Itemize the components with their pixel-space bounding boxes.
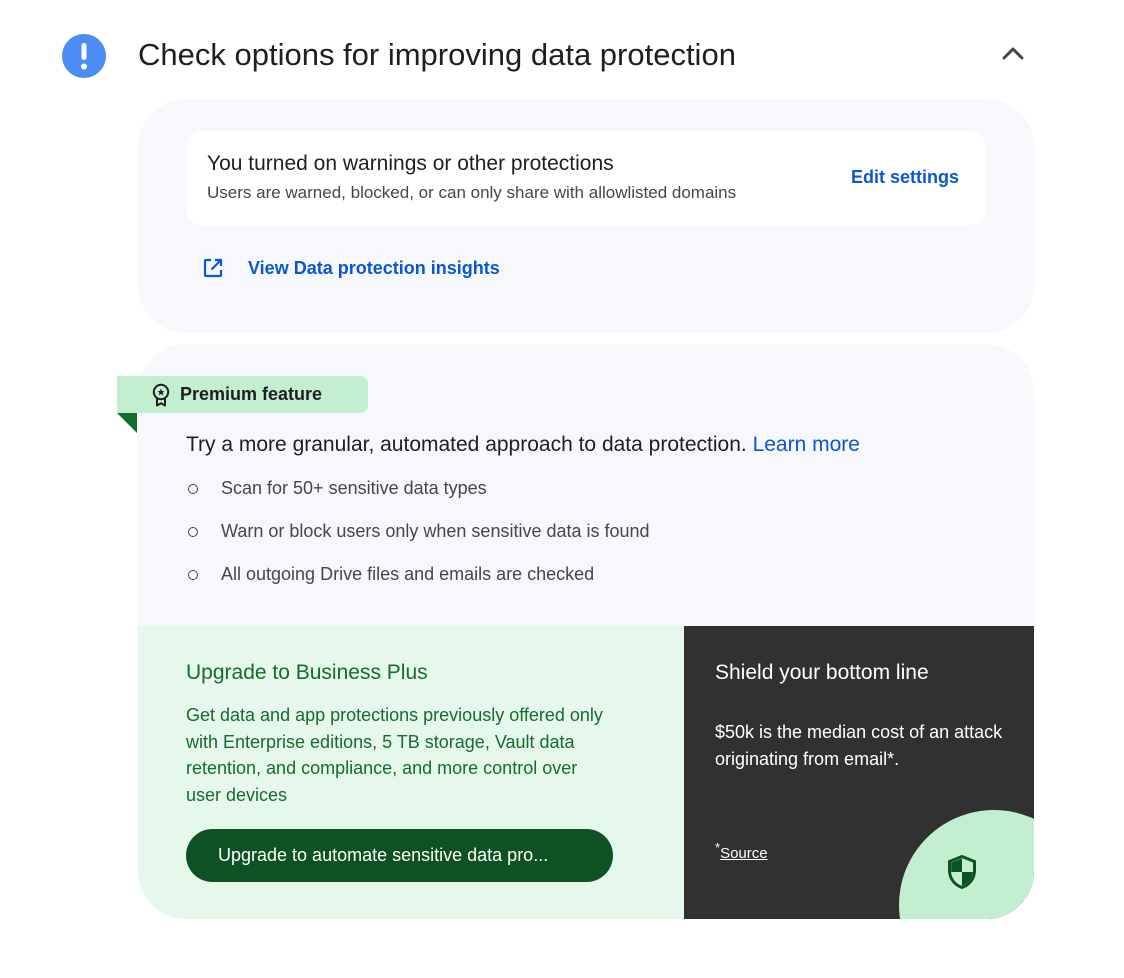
upgrade-card: Upgrade to Business Plus Get data and ap…	[138, 626, 684, 919]
exclamation-icon	[62, 34, 106, 78]
feature-text: All outgoing Drive files and emails are …	[221, 564, 595, 584]
protections-panel: You turned on warnings or other protecti…	[138, 99, 1034, 333]
shield-card: Shield your bottom line $50k is the medi…	[684, 626, 1034, 919]
view-insights-label: View Data protection insights	[248, 257, 500, 278]
premium-feature-tag: Premium feature	[117, 376, 368, 413]
status-card: You turned on warnings or other protecti…	[186, 131, 986, 225]
upgrade-title: Upgrade to Business Plus	[186, 661, 428, 684]
list-item: All outgoing Drive files and emails are …	[186, 564, 650, 607]
feature-text: Warn or block users only when sensitive …	[221, 521, 650, 541]
edit-settings-link[interactable]: Edit settings	[851, 167, 959, 188]
view-insights-link[interactable]: View Data protection insights	[202, 255, 500, 281]
upgrade-description: Get data and app protections previously …	[186, 705, 603, 805]
feature-list: Scan for 50+ sensitive data types Warn o…	[186, 478, 650, 607]
source-note: *Source	[715, 840, 768, 862]
pitch-text: Try a more granular, automated approach …	[186, 433, 747, 456]
chevron-up-icon	[1002, 47, 1024, 60]
learn-more-link[interactable]: Learn more	[753, 433, 860, 456]
list-item: Warn or block users only when sensitive …	[186, 521, 650, 564]
source-link[interactable]: Source	[720, 845, 768, 862]
collapse-button[interactable]	[996, 40, 1030, 66]
award-icon	[152, 383, 170, 406]
bullet-icon	[188, 484, 198, 494]
premium-panel: Upgrade to Business Plus Get data and ap…	[138, 344, 1034, 919]
shield-description: $50k is the median cost of an attack ori…	[715, 722, 1003, 769]
upgrade-button[interactable]: Upgrade to automate sensitive data pro..…	[186, 829, 613, 882]
status-title: You turned on warnings or other protecti…	[207, 152, 614, 175]
premium-pitch: Try a more granular, automated approach …	[186, 433, 860, 457]
page-title: Check options for improving data protect…	[138, 37, 736, 72]
bullet-icon	[188, 527, 198, 537]
shield-icon	[948, 855, 976, 889]
list-item: Scan for 50+ sensitive data types	[186, 478, 650, 521]
open-in-new-icon	[203, 258, 223, 278]
feature-text: Scan for 50+ sensitive data types	[221, 478, 487, 498]
status-description: Users are warned, blocked, or can only s…	[207, 183, 737, 202]
premium-tag-fold	[117, 413, 137, 433]
premium-feature-label: Premium feature	[180, 384, 323, 404]
shield-title: Shield your bottom line	[715, 661, 929, 684]
bullet-icon	[188, 570, 198, 580]
